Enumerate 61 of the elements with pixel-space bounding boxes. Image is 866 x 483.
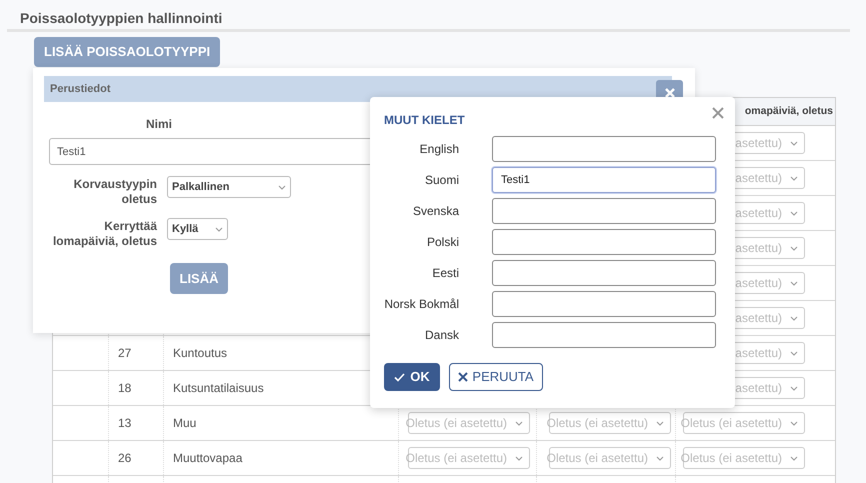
translation-input[interactable]: [492, 198, 716, 224]
field-label: Korvaustyypin oletus: [72, 176, 157, 207]
check-icon: [394, 372, 406, 382]
field-label: Nimi: [146, 117, 172, 131]
chevron-down-icon: [515, 420, 523, 426]
language-label: Dansk: [424, 327, 459, 344]
table-cell-text: Muu: [173, 415, 196, 432]
table-cell-text: Kuntoutus: [173, 345, 228, 362]
chevron-down-icon: [515, 456, 523, 460]
chevron-down-icon: [790, 210, 798, 216]
translation-input[interactable]: Testi1: [492, 167, 716, 193]
close-icon: [458, 372, 468, 382]
chevron-down-icon: [215, 226, 223, 232]
table-cell-text: 13: [118, 415, 132, 432]
translation-input[interactable]: [492, 291, 716, 317]
chevron-down-icon: [656, 420, 664, 426]
select-field[interactable]: Oletus (ei asetettu): [683, 447, 805, 469]
table-cell-text: Kutsuntatilaisuus: [173, 380, 264, 397]
chevron-down-icon: [790, 280, 798, 286]
field-label: Kerryttää lomapäiviä, oletus: [52, 218, 157, 249]
dialog-title: MUUT KIELET: [384, 113, 466, 127]
select-field[interactable]: Kyllä: [167, 218, 228, 240]
translation-input[interactable]: [492, 229, 716, 255]
translation-input[interactable]: [492, 260, 716, 286]
chevron-down-icon: [790, 456, 798, 460]
language-label: Norsk Bokmål: [384, 296, 459, 313]
language-label: Suomi: [424, 172, 459, 189]
language-label: English: [418, 141, 459, 158]
chevron-down-icon: [790, 140, 798, 146]
chevron-down-icon: [790, 420, 798, 426]
chevron-down-icon: [790, 246, 798, 250]
chevron-down-icon: [790, 176, 798, 180]
panel-title: Perustiedot: [50, 82, 111, 97]
column-header: omapäiviä, oletus: [744, 104, 833, 119]
language-label: Polski: [426, 234, 459, 251]
add-button[interactable]: LISÄÄ: [170, 263, 228, 294]
chevron-down-icon: [656, 456, 664, 460]
select-field[interactable]: Oletus (ei asetettu): [683, 412, 805, 434]
table-cell-text: 18: [118, 380, 132, 397]
cancel-button[interactable]: PERUUTA: [449, 363, 543, 391]
select-field[interactable]: Oletus (ei asetettu): [408, 447, 530, 469]
chevron-down-icon: [790, 386, 798, 390]
chevron-down-icon: [790, 316, 798, 320]
select-field[interactable]: Oletus (ei asetettu): [408, 412, 530, 434]
add-absence-type-button[interactable]: LISÄÄ POISSAOLOTYYPPI: [34, 37, 220, 67]
table-cell-text: 27: [118, 345, 132, 362]
ok-button[interactable]: OK: [384, 363, 440, 391]
close-button[interactable]: [710, 105, 726, 121]
close-icon: [711, 106, 725, 120]
chevron-down-icon: [790, 350, 798, 356]
chevron-down-icon: [278, 184, 286, 190]
select-field[interactable]: Palkallinen: [167, 176, 291, 198]
select-field[interactable]: Oletus (ei asetettu): [549, 412, 671, 434]
translation-input[interactable]: [492, 136, 716, 162]
language-label: Svenska: [412, 203, 459, 220]
language-label: Eesti: [431, 265, 459, 282]
select-field[interactable]: Oletus (ei asetettu): [549, 447, 671, 469]
table-cell-text: Muuttovapaa: [173, 450, 242, 467]
page-title: Poissaolotyyppien hallinnointi: [20, 10, 222, 26]
translation-input[interactable]: [492, 322, 716, 348]
table-cell-text: 26: [118, 450, 132, 467]
